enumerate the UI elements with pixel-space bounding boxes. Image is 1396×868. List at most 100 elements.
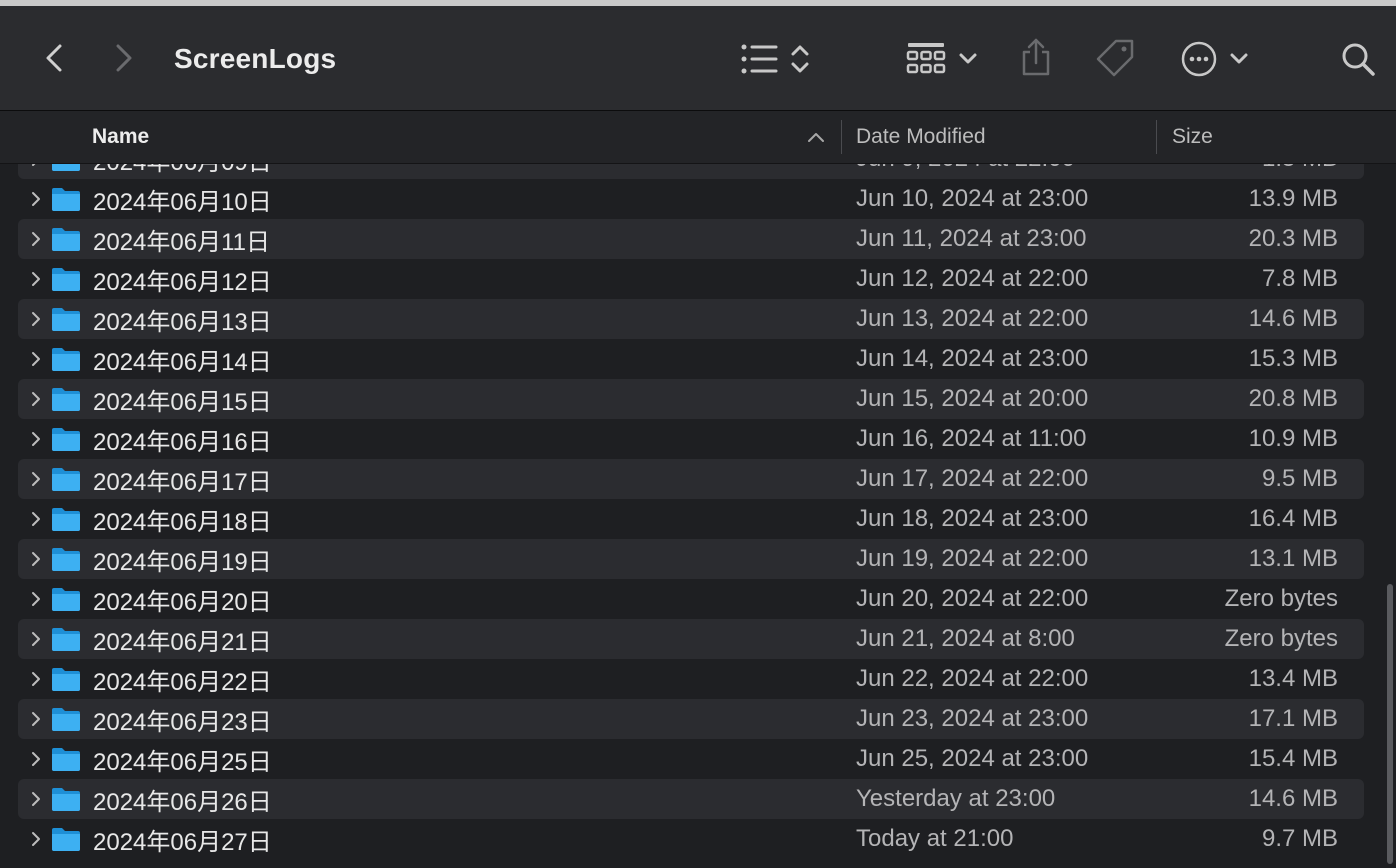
disclosure-triangle[interactable]: [28, 749, 44, 769]
chevron-right-icon: [32, 792, 40, 806]
disclosure-triangle[interactable]: [28, 349, 44, 369]
disclosure-triangle[interactable]: [28, 669, 44, 689]
file-date-modified: Jun 17, 2024 at 22:00: [856, 465, 1089, 492]
file-date-modified: Yesterday at 23:00: [856, 785, 1056, 812]
group-button[interactable]: [904, 38, 984, 80]
chevron-right-icon: [32, 312, 40, 326]
disclosure-triangle[interactable]: [28, 549, 44, 569]
back-button[interactable]: [36, 38, 72, 78]
disclosure-triangle[interactable]: [28, 509, 44, 529]
sort-ascending-indicator[interactable]: [804, 125, 828, 149]
list-item[interactable]: 2024年06月19日 Jun 19, 2024 at 22:00 13.1 M…: [18, 539, 1364, 579]
file-name: 2024年06月20日: [93, 588, 272, 616]
disclosure-triangle[interactable]: [28, 269, 44, 289]
window-title: ScreenLogs: [174, 43, 337, 74]
disclosure-triangle[interactable]: [28, 709, 44, 729]
file-date-modified: Jun 12, 2024 at 22:00: [856, 265, 1089, 292]
disclosure-triangle[interactable]: [28, 164, 44, 169]
file-name: 2024年06月21日: [93, 628, 272, 656]
file-name: 2024年06月15日: [93, 388, 272, 416]
file-size: 13.9 MB: [1248, 185, 1338, 212]
file-date-modified: Jun 10, 2024 at 23:00: [856, 185, 1089, 212]
list-item[interactable]: 2024年06月10日 Jun 10, 2024 at 23:00 13.9 M…: [18, 179, 1364, 219]
action-menu-button[interactable]: [1180, 38, 1252, 80]
file-size: 9.7 MB: [1261, 825, 1338, 852]
list-item[interactable]: 2024年06月14日 Jun 14, 2024 at 23:00 15.3 M…: [18, 339, 1364, 379]
file-date-modified: Today at 21:00: [856, 825, 1014, 852]
file-date-modified: Jun 21, 2024 at 8:00: [856, 625, 1075, 652]
file-name: 2024年06月18日: [93, 508, 272, 536]
disclosure-triangle[interactable]: [28, 309, 44, 329]
list-item[interactable]: 2024年06月16日 Jun 16, 2024 at 11:00 10.9 M…: [18, 419, 1364, 459]
forward-button[interactable]: [106, 38, 142, 78]
grid-view-icon: [906, 43, 977, 74]
list-item[interactable]: 2024年06月15日 Jun 15, 2024 at 20:00 20.8 M…: [18, 379, 1364, 419]
folder-icon: [52, 588, 80, 611]
list-view-icon: [741, 44, 809, 74]
disclosure-triangle[interactable]: [28, 189, 44, 209]
file-size: Zero bytes: [1224, 585, 1338, 612]
list-item[interactable]: 2024年06月23日 Jun 23, 2024 at 23:00 17.1 M…: [18, 699, 1364, 739]
list-item[interactable]: 2024年06月11日 Jun 11, 2024 at 23:00 20.3 M…: [18, 219, 1364, 259]
search-button[interactable]: [1338, 38, 1378, 80]
list-item[interactable]: 2024年06月27日 Today at 21:00 9.7 MB: [18, 819, 1364, 859]
disclosure-triangle[interactable]: [28, 789, 44, 809]
disclosure-triangle[interactable]: [28, 589, 44, 609]
list-item[interactable]: 2024年06月12日 Jun 12, 2024 at 22:00 7.8 MB: [18, 259, 1364, 299]
file-name: 2024年06月11日: [93, 228, 270, 256]
disclosure-triangle[interactable]: [28, 469, 44, 489]
file-name: 2024年06月13日: [93, 308, 272, 336]
file-size: 10.9 MB: [1248, 425, 1338, 452]
file-date-modified: Jun 23, 2024 at 23:00: [856, 705, 1089, 732]
file-name: 2024年06月10日: [93, 188, 272, 216]
view-options-button[interactable]: [736, 38, 816, 80]
column-header-name[interactable]: Name: [92, 111, 149, 163]
file-name: 2024年06月16日: [93, 428, 272, 456]
list-item[interactable]: 2024年06月21日 Jun 21, 2024 at 8:00 Zero by…: [18, 619, 1364, 659]
file-date-modified: Jun 13, 2024 at 22:00: [856, 305, 1089, 332]
disclosure-triangle[interactable]: [28, 389, 44, 409]
list-item[interactable]: 2024年06月17日 Jun 17, 2024 at 22:00 9.5 MB: [18, 459, 1364, 499]
scrollbar-thumb[interactable]: [1387, 584, 1393, 864]
chevron-right-icon: [32, 752, 40, 766]
disclosure-triangle[interactable]: [28, 629, 44, 649]
chevron-right-icon: [32, 552, 40, 566]
file-size: 13.1 MB: [1248, 545, 1338, 572]
file-name: 2024年06月09日: [93, 164, 272, 179]
list-item[interactable]: 2024年06月26日 Yesterday at 23:00 14.6 MB: [18, 779, 1364, 819]
column-header-size[interactable]: Size: [1172, 111, 1213, 163]
list-item[interactable]: 2024年06月13日 Jun 13, 2024 at 22:00 14.6 M…: [18, 299, 1364, 339]
column-header-date[interactable]: Date Modified: [856, 111, 986, 163]
file-name: 2024年06月14日: [93, 348, 272, 376]
list-item[interactable]: 2024年06月25日 Jun 25, 2024 at 23:00 15.4 M…: [18, 739, 1364, 779]
list-item[interactable]: 2024年06月22日 Jun 22, 2024 at 22:00 13.4 M…: [18, 659, 1364, 699]
chevron-right-icon: [32, 272, 40, 286]
disclosure-triangle[interactable]: [28, 829, 44, 849]
list-item[interactable]: 2024年06月18日 Jun 18, 2024 at 23:00 16.4 M…: [18, 499, 1364, 539]
disclosure-triangle[interactable]: [28, 429, 44, 449]
file-date-modified: Jun 14, 2024 at 23:00: [856, 345, 1089, 372]
disclosure-triangle[interactable]: [28, 229, 44, 249]
folder-icon: [52, 788, 80, 811]
file-size: 15.3 MB: [1248, 345, 1338, 372]
folder-icon: [52, 708, 80, 731]
column-separator[interactable]: [841, 120, 842, 154]
file-name: 2024年06月26日: [93, 788, 272, 816]
chevron-right-icon: [32, 512, 40, 526]
share-button[interactable]: [1016, 34, 1056, 80]
file-size: 9.5 MB: [1261, 465, 1338, 492]
file-size: 7.8 MB: [1261, 265, 1338, 292]
file-date-modified: Jun 19, 2024 at 22:00: [856, 545, 1089, 572]
file-name: 2024年06月25日: [93, 748, 272, 776]
file-size: 20.8 MB: [1248, 385, 1338, 412]
file-name: 2024年06月22日: [93, 668, 272, 696]
column-separator[interactable]: [1156, 120, 1157, 154]
file-date-modified: Jun 11, 2024 at 23:00: [856, 225, 1087, 252]
file-size: 15.4 MB: [1248, 745, 1338, 772]
tag-button[interactable]: [1094, 36, 1136, 80]
folder-icon: [52, 748, 80, 771]
folder-icon: [52, 228, 80, 251]
list-item[interactable]: 2024年06月20日 Jun 20, 2024 at 22:00 Zero b…: [18, 579, 1364, 619]
vertical-scrollbar[interactable]: [1384, 164, 1396, 868]
list-item[interactable]: 2024年06月09日 Jun 9, 2024 at 22:00 1.5 MB: [18, 164, 1364, 179]
